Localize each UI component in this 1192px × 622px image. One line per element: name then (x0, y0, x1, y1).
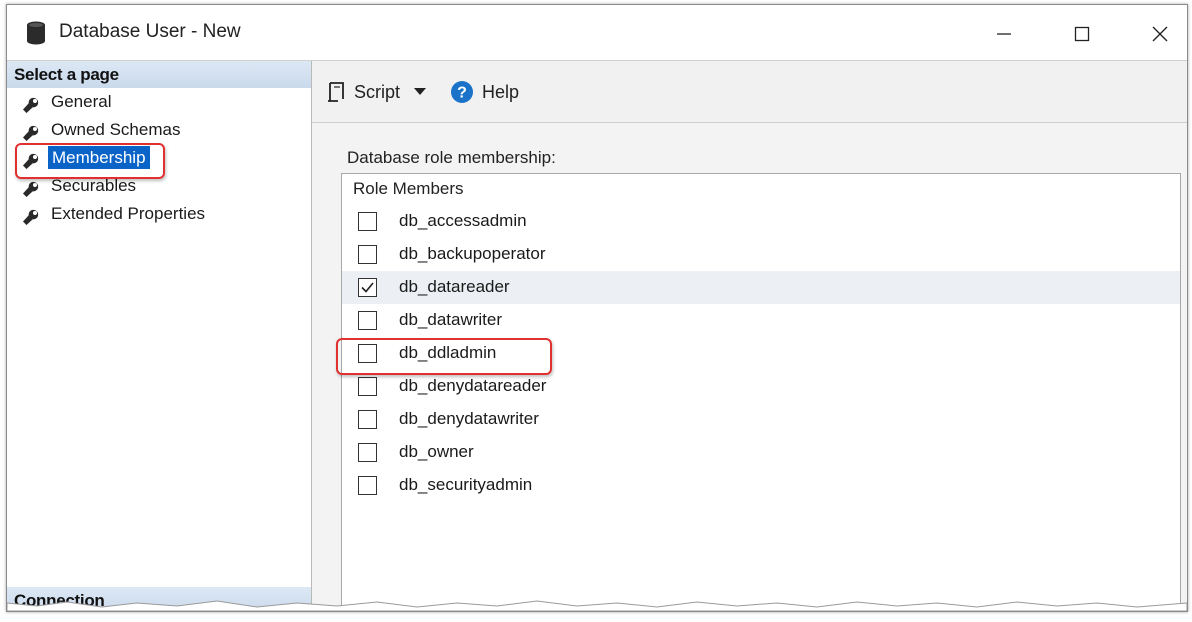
role-row-db-datareader[interactable]: db_datareader (342, 271, 1180, 304)
role-checkbox[interactable] (358, 377, 377, 396)
minimize-button[interactable] (981, 14, 1027, 54)
script-icon (326, 81, 346, 103)
close-icon (1152, 26, 1168, 42)
role-members-column-header: Role Members (353, 179, 464, 198)
select-page-header: Select a page (7, 61, 311, 88)
datareader-highlight-box (336, 338, 552, 375)
page-item-owned-schemas[interactable]: Owned Schemas (7, 116, 311, 144)
role-checkbox[interactable] (358, 212, 377, 231)
wrench-icon (22, 122, 40, 142)
role-row-db-datawriter[interactable]: db_datawriter (342, 304, 1180, 337)
help-icon: ? (450, 80, 474, 104)
page-item-label: Extended Properties (51, 204, 206, 223)
script-button[interactable]: Script (326, 78, 427, 106)
page-item-label: General (51, 92, 112, 111)
maximize-button[interactable] (1059, 14, 1105, 54)
script-label: Script (354, 81, 401, 102)
role-checkbox-checked[interactable] (358, 278, 377, 297)
svg-text:?: ? (457, 85, 467, 102)
database-icon (26, 21, 46, 45)
role-name: db_owner (399, 442, 474, 461)
role-row-db-backupoperator[interactable]: db_backupoperator (342, 238, 1180, 271)
checkmark-icon (361, 282, 374, 293)
page-item-extended-properties[interactable]: Extended Properties (7, 200, 311, 228)
role-row-db-owner[interactable]: db_owner (342, 436, 1180, 469)
close-button[interactable] (1137, 14, 1183, 54)
help-label: Help (482, 81, 520, 102)
role-row-db-securityadmin[interactable]: db_securityadmin (342, 469, 1180, 502)
wrench-icon (22, 206, 40, 226)
minimize-icon (997, 33, 1011, 35)
window-title: Database User - New (59, 21, 241, 42)
wrench-icon (22, 94, 40, 114)
page-item-general[interactable]: General (7, 88, 311, 116)
page-selector-pane: Select a page General Owned Schemas Memb… (7, 61, 312, 611)
role-checkbox[interactable] (358, 476, 377, 495)
torn-edge (7, 600, 1187, 611)
role-name: db_accessadmin (399, 211, 527, 230)
membership-content: Database role membership: Role Members d… (312, 123, 1187, 611)
main-pane: Script ? Help Database role membership: … (312, 61, 1187, 611)
role-checkbox[interactable] (358, 311, 377, 330)
role-members-list[interactable]: Role Members db_accessadmin db_backupope… (341, 173, 1181, 611)
toolbar: Script ? Help (312, 61, 1187, 123)
role-name: db_securityadmin (399, 475, 533, 494)
role-name: db_datareader (399, 277, 510, 296)
role-checkbox[interactable] (358, 443, 377, 462)
role-name: db_backupoperator (399, 244, 546, 263)
role-name: db_denydatawriter (399, 409, 539, 428)
title-bar: Database User - New (7, 5, 1187, 61)
chevron-down-icon[interactable] (414, 88, 427, 96)
page-item-label: Owned Schemas (51, 120, 181, 139)
role-name: db_datawriter (399, 310, 503, 329)
role-name: db_denydatareader (399, 376, 547, 395)
wrench-icon (22, 178, 40, 198)
dialog-window: Database User - New Select a page Genera… (6, 4, 1188, 612)
role-checkbox[interactable] (358, 245, 377, 264)
role-row-db-accessadmin[interactable]: db_accessadmin (342, 205, 1180, 238)
role-membership-label: Database role membership: (347, 148, 556, 167)
role-row-db-denydatawriter[interactable]: db_denydatawriter (342, 403, 1180, 436)
help-button[interactable]: ? Help (450, 78, 519, 106)
maximize-icon (1074, 26, 1090, 42)
membership-highlight-box (15, 143, 165, 179)
role-checkbox[interactable] (358, 410, 377, 429)
